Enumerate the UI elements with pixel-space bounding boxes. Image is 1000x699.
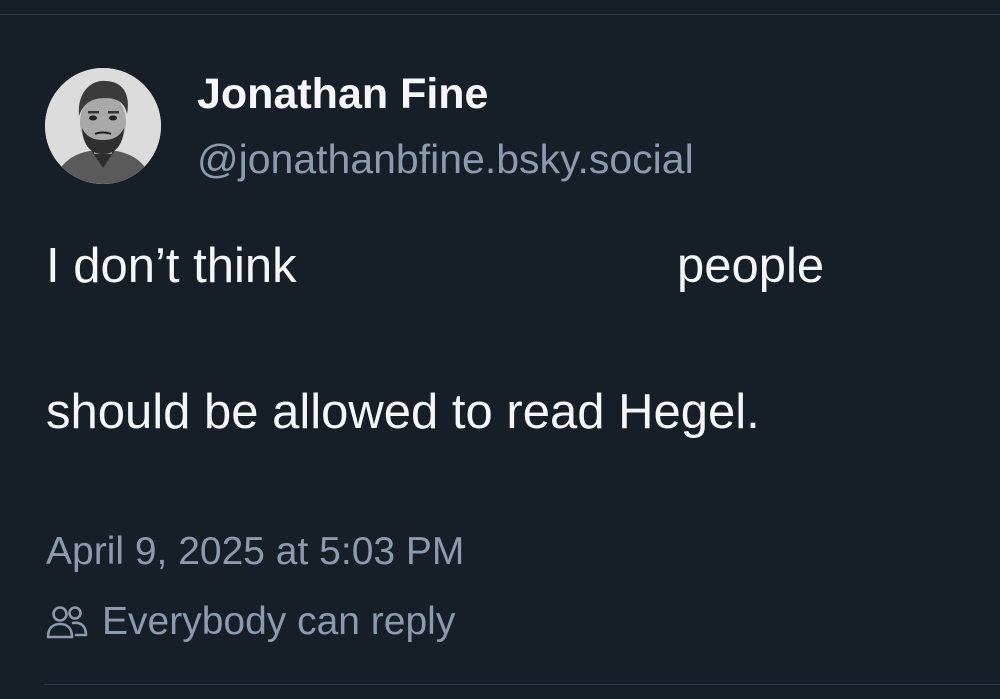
top-divider — [0, 14, 1000, 15]
avatar-photo-icon — [45, 68, 161, 184]
reply-setting-label: Everybody can reply — [102, 600, 456, 643]
reply-settings: Everybody can reply — [46, 600, 455, 644]
post-timestamp[interactable]: April 9, 2025 at 5:03 PM — [46, 530, 464, 574]
post-text-part-1: I don’t think — [46, 239, 297, 293]
post-text-part-3: should be allowed to read Hegel. — [46, 385, 760, 439]
post-text-part-2: people — [677, 239, 825, 293]
author-handle[interactable]: @jonathanbfine.bsky.social — [197, 136, 694, 183]
bottom-divider — [44, 684, 1000, 685]
avatar[interactable] — [45, 68, 161, 184]
author-display-name[interactable]: Jonathan Fine — [197, 70, 488, 119]
people-icon — [46, 606, 88, 639]
